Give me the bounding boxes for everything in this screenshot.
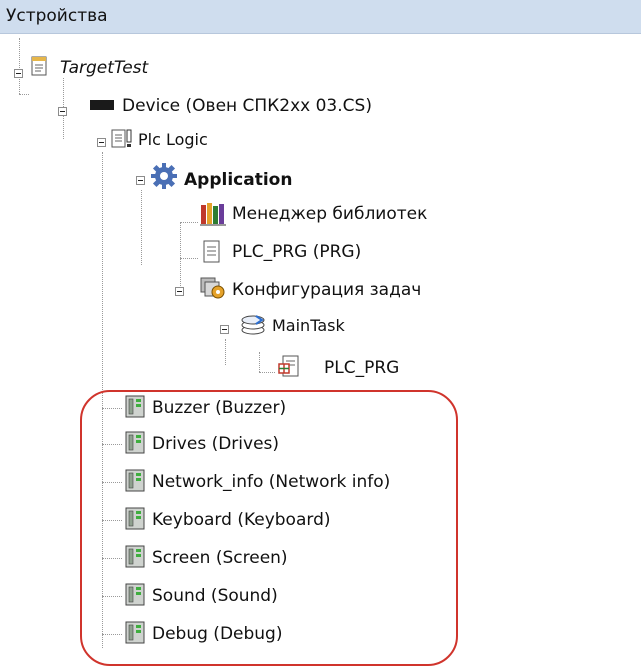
tree-connector: [102, 558, 122, 559]
device-icon: [90, 100, 114, 110]
program-call-icon: [278, 355, 299, 377]
panel-header: Устройства: [0, 0, 641, 34]
module-icon: [125, 545, 145, 568]
tree-item-plc-logic[interactable]: Plc Logic: [138, 130, 208, 150]
tree-connector: [102, 408, 122, 409]
module-icon: [125, 395, 145, 418]
tree-item-plc-prg[interactable]: PLC_PRG (PRG): [232, 242, 361, 262]
tree-connector: [259, 372, 275, 373]
tree-item-maintask[interactable]: MainTask: [272, 316, 345, 336]
plc-logic-icon: [111, 129, 132, 148]
tree-connector: [102, 634, 122, 635]
collapse-toggle-maintask[interactable]: [220, 325, 229, 334]
tree-item-targettest[interactable]: TargetTest: [60, 58, 148, 78]
tree-connector: [102, 482, 122, 483]
module-icon: [125, 469, 145, 492]
tree-item-task-config[interactable]: Конфигурация задач: [232, 280, 421, 300]
tree-item-application[interactable]: Application: [184, 170, 292, 190]
collapse-toggle-targettest[interactable]: [14, 69, 23, 78]
module-item-network-info[interactable]: Network_info (Network info): [152, 472, 390, 492]
module-item-debug[interactable]: Debug (Debug): [152, 624, 282, 644]
tree-connector: [19, 38, 20, 94]
tree-connector: [102, 152, 103, 648]
application-gear-icon: [151, 163, 177, 189]
tree-connector: [102, 520, 122, 521]
collapse-toggle-device[interactable]: [58, 107, 67, 116]
tree-connector: [180, 222, 198, 223]
module-item-sound[interactable]: Sound (Sound): [152, 586, 278, 606]
tree-item-device[interactable]: Device (Овен СПК2xx 03.CS): [122, 96, 372, 116]
task-config-icon: [200, 277, 225, 299]
tree-connector: [102, 444, 122, 445]
library-icon: [200, 203, 226, 226]
tree-connector: [180, 258, 198, 259]
task-stack-icon: [241, 315, 265, 335]
tree-connector: [141, 190, 142, 265]
project-icon: [31, 56, 47, 76]
tree-item-library-manager[interactable]: Менеджер библиотек: [232, 204, 427, 224]
module-item-drives[interactable]: Drives (Drives): [152, 434, 279, 454]
collapse-toggle-application[interactable]: [136, 176, 145, 185]
device-tree[interactable]: TargetTest Device (Овен СПК2xx 03.CS) Pl…: [0, 34, 641, 668]
tree-connector: [102, 596, 122, 597]
tree-connector: [180, 222, 181, 292]
module-item-keyboard[interactable]: Keyboard (Keyboard): [152, 510, 331, 530]
module-item-screen[interactable]: Screen (Screen): [152, 548, 288, 568]
module-icon: [125, 431, 145, 454]
document-icon: [203, 240, 220, 263]
collapse-toggle-plc-logic[interactable]: [97, 138, 106, 147]
module-icon: [125, 583, 145, 606]
tree-connector: [225, 339, 226, 365]
tree-item-task-plc-prg[interactable]: PLC_PRG: [324, 358, 399, 378]
collapse-toggle-task-config[interactable]: [175, 287, 184, 296]
tree-connector: [19, 94, 29, 95]
module-item-buzzer[interactable]: Buzzer (Buzzer): [152, 398, 286, 418]
panel-title: Устройства: [6, 6, 108, 26]
tree-connector: [259, 352, 260, 372]
module-icon: [125, 621, 145, 644]
module-icon: [125, 507, 145, 530]
